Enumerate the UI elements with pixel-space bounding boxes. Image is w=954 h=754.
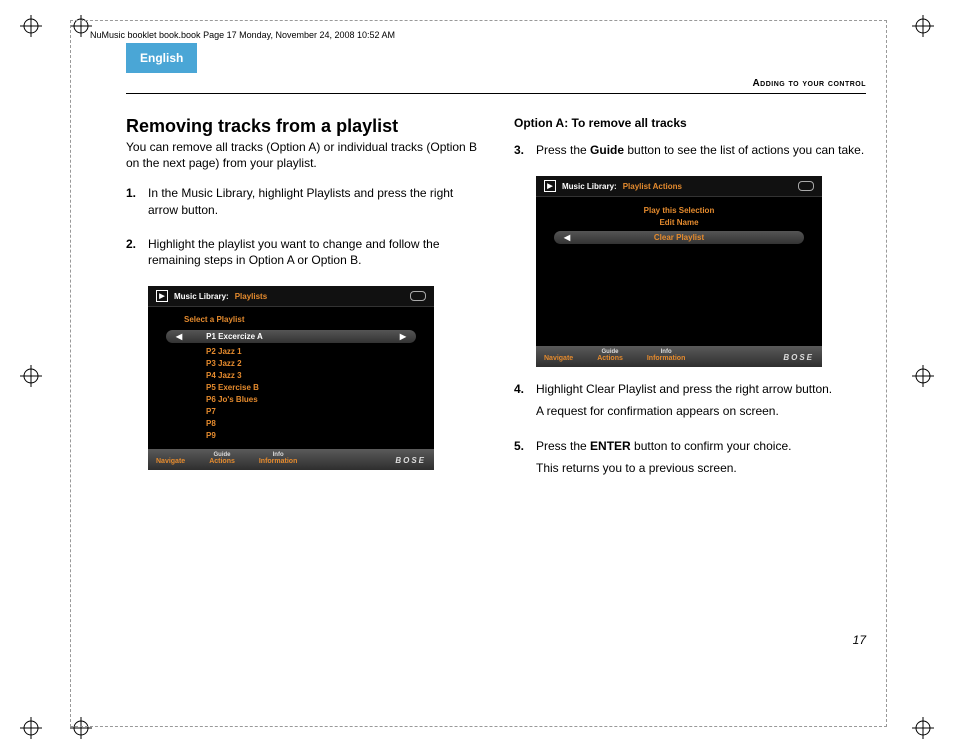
step-text: Highlight the playlist you want to chang… (148, 236, 478, 268)
registration-mark-icon (20, 15, 42, 37)
step-text: This returns you to a previous screen. (536, 460, 791, 476)
list-item: P8 (206, 419, 424, 428)
screenshot-playlists: ▶ Music Library: Playlists Select a Play… (148, 286, 434, 470)
step-4: 4. Highlight Clear Playlist and press th… (514, 381, 866, 425)
screen-subtitle: Playlists (235, 292, 267, 301)
registration-mark-icon (912, 717, 934, 739)
step-text: Highlight Clear Playlist and press the r… (536, 381, 832, 397)
indicator-icon (798, 181, 814, 191)
playlist-list: P2 Jazz 1 P3 Jazz 2 P4 Jazz 3 P5 Exercis… (206, 347, 424, 440)
footer-information: Info Information (259, 452, 298, 465)
screen-title: Music Library: (562, 182, 617, 191)
step-number: 4. (514, 381, 536, 425)
brand-logo: BOSE (395, 456, 426, 465)
play-icon: ▶ (544, 180, 556, 192)
page-number: 17 (853, 633, 866, 647)
registration-mark-icon (912, 365, 934, 387)
source-header: NuMusic booklet book.book Page 17 Monday… (90, 30, 395, 40)
list-item: P4 Jazz 3 (206, 371, 424, 380)
list-item: P2 Jazz 1 (206, 347, 424, 356)
step-number: 3. (514, 142, 536, 164)
step-text: Press the Guide button to see the list o… (536, 142, 864, 158)
section-title: Removing tracks from a playlist (126, 116, 478, 137)
selected-label: Clear Playlist (570, 233, 788, 242)
selected-row: ◀ P1 Excercize A ▶ (166, 330, 416, 343)
registration-mark-icon (912, 15, 934, 37)
step-2: 2. Highlight the playlist you want to ch… (126, 236, 478, 274)
language-tab: English (126, 43, 197, 73)
footer-actions: Guide Actions (597, 349, 623, 362)
screen-title: Music Library: (174, 292, 229, 301)
screen-subtitle: Playlist Actions (623, 182, 682, 191)
registration-mark-icon (20, 717, 42, 739)
menu-item: Edit Name (546, 218, 812, 227)
list-item: P9 (206, 431, 424, 440)
registration-mark-icon (70, 717, 92, 739)
step-text: A request for confirmation appears on sc… (536, 403, 832, 419)
brand-logo: BOSE (783, 353, 814, 362)
step-1: 1. In the Music Library, highlight Playl… (126, 185, 478, 223)
step-number: 2. (126, 236, 148, 274)
step-text: In the Music Library, highlight Playlist… (148, 185, 478, 217)
step-text: Press the ENTER button to confirm your c… (536, 438, 791, 454)
arrow-right-icon: ▶ (400, 332, 406, 341)
selected-label: P1 Excercize A (182, 332, 400, 341)
footer-navigate: Navigate (544, 355, 573, 362)
step-3: 3. Press the Guide button to see the lis… (514, 142, 866, 164)
list-item: P7 (206, 407, 424, 416)
play-icon: ▶ (156, 290, 168, 302)
screen-hint: Select a Playlist (184, 315, 424, 324)
screenshot-playlist-actions: ▶ Music Library: Playlist Actions Play t… (536, 176, 822, 367)
list-item: P5 Exercise B (206, 383, 424, 392)
footer-information: Info Information (647, 349, 686, 362)
step-number: 5. (514, 438, 536, 482)
registration-mark-icon (20, 365, 42, 387)
indicator-icon (410, 291, 426, 301)
footer-actions: Guide Actions (209, 452, 235, 465)
step-number: 1. (126, 185, 148, 223)
footer-navigate: Navigate (156, 458, 185, 465)
menu-item: Play this Selection (546, 206, 812, 215)
registration-mark-icon (70, 15, 92, 37)
step-5: 5. Press the ENTER button to confirm you… (514, 438, 866, 482)
list-item: P6 Jo's Blues (206, 395, 424, 404)
running-head: Adding to your control (126, 78, 866, 94)
list-item: P3 Jazz 2 (206, 359, 424, 368)
selected-row: ◀ Clear Playlist ▶ (554, 231, 804, 244)
section-lead: You can remove all tracks (Option A) or … (126, 139, 478, 171)
option-a-heading: Option A: To remove all tracks (514, 116, 866, 130)
